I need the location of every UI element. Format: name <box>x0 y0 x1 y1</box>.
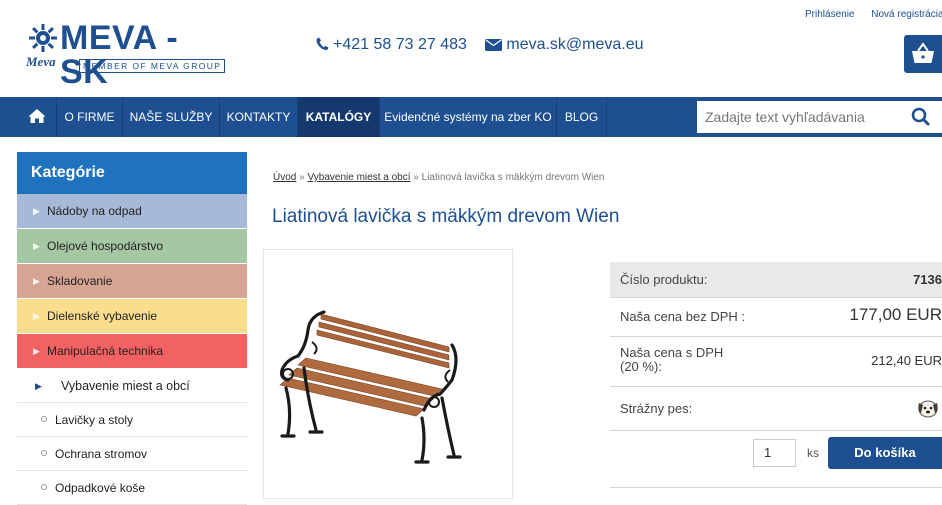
category-label: Manipulačná technika <box>47 344 164 358</box>
category-skladovanie[interactable]: ▶ Skladovanie <box>17 264 247 299</box>
nav-blog[interactable]: BLOG <box>557 97 607 137</box>
quantity-unit: ks <box>807 446 819 460</box>
sidebar-title: Kategórie <box>17 152 247 194</box>
search-button[interactable] <box>901 101 942 133</box>
cart-button[interactable] <box>904 35 942 73</box>
category-label: Olejové hospodárstvo <box>47 239 164 253</box>
price-net-label: Naša cena bez DPH : <box>620 309 746 324</box>
add-to-cart-button[interactable]: Do košíka <box>828 437 942 469</box>
nav-nase-sluzby[interactable]: NAŠE SLUŽBY <box>123 97 220 137</box>
chevron-right-icon: ▶ <box>33 206 40 216</box>
category-label: Nádoby na odpad <box>47 204 142 218</box>
price-gross-label-line2: (20 %): <box>620 359 662 374</box>
nav-home[interactable] <box>17 97 57 137</box>
nav-kontakty[interactable]: KONTAKTY <box>220 97 298 137</box>
chevron-right-icon: ▶ <box>33 241 40 251</box>
chevron-right-icon: ▶ <box>35 381 42 391</box>
category-label: Dielenské vybavenie <box>47 309 158 323</box>
watchdog-row: Strážny pes: <box>610 387 942 431</box>
divider <box>610 487 942 488</box>
price-gross-row: Naša cena s DPH (20 %): 212,40 EUR <box>610 337 942 387</box>
category-dielenske-vybavenie[interactable]: ▶ Dielenské vybavenie <box>17 299 247 334</box>
chevron-right-icon: ▶ <box>33 311 40 321</box>
category-olejove-hospodarstvo[interactable]: ▶ Olejové hospodárstvo <box>17 229 247 264</box>
price-gross-label-line1: Naša cena s DPH <box>620 345 724 360</box>
bench-image <box>279 310 462 464</box>
category-label: Skladovanie <box>47 274 113 288</box>
category-sidebar: Kategórie ▶ Nádoby na odpad ▶ Olejové ho… <box>17 152 247 505</box>
logo-script: Meva <box>26 54 56 69</box>
search-icon <box>911 107 930 126</box>
product-code-value: 7136 <box>913 272 942 287</box>
subcategory-ochrana-stromov[interactable]: Ochrana stromov <box>17 437 247 471</box>
envelope-icon <box>485 39 503 51</box>
search-input[interactable]: Zadajte text vyhľadávania <box>697 101 901 133</box>
email-contact[interactable]: meva.sk@meva.eu <box>485 36 644 53</box>
login-link[interactable]: Prihlásenie <box>805 9 854 20</box>
subcategory-label: Lavičky a stoly <box>55 413 134 427</box>
phone-icon <box>316 37 329 51</box>
price-gross-value: 212,40 EUR <box>871 353 942 368</box>
register-link[interactable]: Nová registrácia <box>871 9 942 20</box>
product-image[interactable] <box>263 249 513 499</box>
category-manipulacna-technika[interactable]: ▶ Manipulačná technika <box>17 334 247 369</box>
circle-bullet-icon <box>41 484 47 490</box>
category-vybavenie-miest-a-obci[interactable]: ▶ Vybavenie miest a obcí <box>17 369 247 403</box>
breadcrumb-category-link[interactable]: Vybavenie miest a obcí <box>307 172 410 183</box>
breadcrumb-separator: » <box>299 172 305 183</box>
quantity-input[interactable]: 1 <box>753 439 796 467</box>
logo-tagline: MEMBER OF MEVA GROUP <box>79 59 226 73</box>
contact-info: +421 58 73 27 483 meva.sk@meva.eu <box>316 36 644 54</box>
shopping-basket-icon <box>912 42 934 63</box>
category-nadoby-na-odpad[interactable]: ▶ Nádoby na odpad <box>17 194 247 229</box>
category-label: Vybavenie miest a obcí <box>61 379 190 393</box>
phone-contact[interactable]: +421 58 73 27 483 <box>316 36 471 53</box>
nav-o-firme[interactable]: O FIRME <box>57 97 123 137</box>
breadcrumb-home-link[interactable]: Úvod <box>273 172 296 183</box>
email-address: meva.sk@meva.eu <box>506 36 644 53</box>
logo-text: MEVA - SK <box>60 19 179 91</box>
nav-evidencne-systemy[interactable]: Evidenčné systémy na zber KO <box>380 97 557 137</box>
subcategory-odpadkove-kose[interactable]: Odpadkové koše <box>17 471 247 505</box>
subcategory-lavicky-a-stoly[interactable]: Lavičky a stoly <box>17 403 247 437</box>
top-links: Prihlásenie Nová registrácia <box>805 9 942 20</box>
circle-bullet-icon <box>41 450 47 456</box>
watchdog-label: Strážny pes: <box>620 401 693 416</box>
subcategory-label: Ochrana stromov <box>55 447 148 461</box>
phone-number: +421 58 73 27 483 <box>333 36 467 53</box>
price-gross-label: Naša cena s DPH (20 %): <box>620 346 723 374</box>
site-logo[interactable]: MEVA - SK Meva MEMBER OF MEVA GROUP <box>22 21 236 89</box>
page-title: Liatinová lavička s mäkkým drevom Wien <box>272 206 620 227</box>
breadcrumb: Úvod » Vybavenie miest a obcí » Liatinov… <box>273 172 604 183</box>
chevron-right-icon: ▶ <box>33 276 40 286</box>
price-net-value: 177,00 EUR <box>849 305 942 324</box>
breadcrumb-current: Liatinová lavička s mäkkým drevom Wien <box>421 172 605 183</box>
circle-bullet-icon <box>41 416 47 422</box>
product-info-table: Číslo produktu: 7136 Naša cena bez DPH :… <box>610 262 942 431</box>
breadcrumb-separator: » <box>413 172 419 183</box>
watchdog-dog-icon[interactable] <box>916 397 940 419</box>
chevron-right-icon: ▶ <box>33 346 40 356</box>
price-net-row: Naša cena bez DPH : 177,00 EUR <box>610 298 942 337</box>
product-code-row: Číslo produktu: 7136 <box>610 262 942 298</box>
product-code-label: Číslo produktu: <box>620 272 708 287</box>
gear-logo-icon <box>29 24 57 52</box>
home-icon <box>28 109 45 123</box>
nav-katalogy[interactable]: KATALÓGY <box>298 97 380 137</box>
